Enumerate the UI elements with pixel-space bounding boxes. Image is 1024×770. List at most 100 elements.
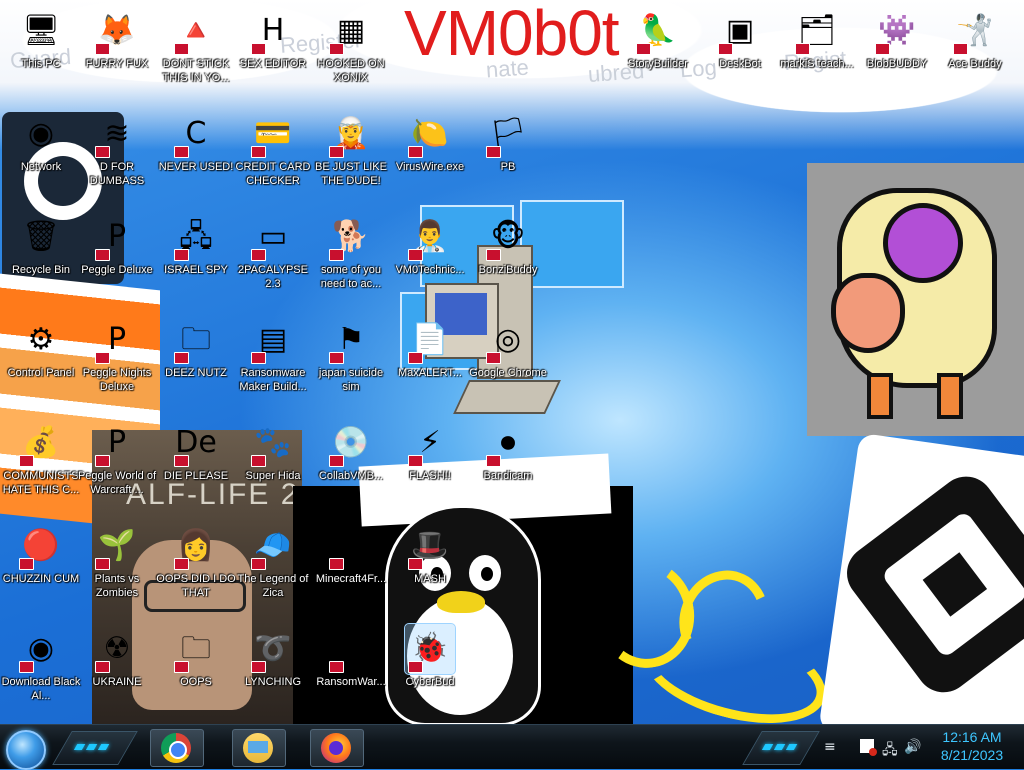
desktop-icon[interactable]: P Peggle Deluxe <box>76 212 158 312</box>
shortcut-badge-icon <box>251 146 266 158</box>
desktop-icon-label: The Legend of Zica <box>237 573 309 599</box>
desktop-icon[interactable]: 🗀 DEEZ NUTZ <box>155 315 237 415</box>
monitor-icon: 🖥 <box>21 13 61 48</box>
desktop-icon[interactable]: 💰 COMMUNISTS HATE THIS C... <box>0 418 82 518</box>
show-hidden-icons[interactable]: ≡ <box>824 739 836 755</box>
shortcut-badge-icon <box>795 43 810 55</box>
volume-icon[interactable]: 🔊 <box>904 739 921 755</box>
desktop-icon[interactable]: ▤ Ransomware Maker Build... <box>232 315 314 415</box>
firefox-icon: 🦊 <box>92 6 142 56</box>
desktop-icon[interactable]: ▭ 2PACALYPSE 2.3 <box>232 212 314 312</box>
desktop-icon[interactable]: 🐞 CyberBud <box>389 623 471 724</box>
desktop-icon[interactable]: ◉ Network <box>0 109 82 209</box>
firefox-icon <box>321 733 351 763</box>
desktop-icon[interactable]: 🍋 VirusWire.exe <box>389 109 471 209</box>
shortcut-badge-icon <box>329 249 344 261</box>
desktop-icon[interactable]: 🦜 StoryBuilder <box>617 6 699 106</box>
taskbar-clock[interactable]: 12:16 AM 8/21/2023 <box>926 728 1018 764</box>
desktop-icon[interactable]: 🐵 BonziBuddy <box>467 212 549 312</box>
shortcut-badge-icon <box>408 146 423 158</box>
shortcut-badge-icon <box>95 43 110 55</box>
desktop-icon-label: Recycle Bin <box>11 264 71 276</box>
desktop-icon[interactable]: 🔺 DONT STICK THIS IN YO... <box>155 6 237 106</box>
desktop-icon[interactable]: ▩ Minecraft4Fr... <box>310 521 392 621</box>
desktop-icon-label: SEX EDITOR <box>239 58 307 70</box>
desktop-icon[interactable]: P Peggle Nights Deluxe <box>76 315 158 415</box>
shortcut-badge-icon <box>329 455 344 467</box>
desktop-icon[interactable]: 🖧 ISRAEL SPY <box>155 212 237 312</box>
desktop-icon-label: BonziBuddy <box>478 264 538 276</box>
desktop-icon[interactable]: 🖥 This PC <box>0 6 82 106</box>
shortcut-badge-icon <box>174 661 189 673</box>
desktop-icon[interactable]: 🐕 some of you need to ac... <box>310 212 392 312</box>
app-window-icon: ▤ <box>248 315 298 365</box>
green-parrot-icon: 🦜 <box>633 6 683 56</box>
desktop-icon-label: CREDIT CARD CHECKER <box>235 161 311 187</box>
taskbar-decoration <box>742 731 820 765</box>
shortcut-badge-icon <box>251 558 266 570</box>
taskbar-chrome-button[interactable] <box>150 729 204 767</box>
action-center-icon[interactable] <box>860 739 877 756</box>
desktop-icon[interactable]: 👨‍⚕ VM0Technic... <box>389 212 471 312</box>
traffic-cone-icon: 🔺 <box>171 6 221 56</box>
desktop-icon[interactable]: 💿 CollabVMB... <box>310 418 392 518</box>
shortcut-badge-icon <box>408 455 423 467</box>
desktop-icon[interactable]: ▦ HOOKED ON XONIX <box>310 6 392 106</box>
desktop-icon[interactable]: ⚙ Control Panel <box>0 315 82 415</box>
desktop-icon[interactable]: 🐾 Super Hida <box>232 418 314 518</box>
desktop-icon[interactable]: 🗑 Recycle Bin <box>0 212 82 312</box>
desktop-icon[interactable]: 📄 MaxALERT... <box>389 315 471 415</box>
desktop-icon[interactable]: 🧢 The Legend of Zica <box>232 521 314 621</box>
desktop-icon[interactable]: 👾 BlobBUDDY <box>856 6 938 106</box>
desktop-icon-label: PB <box>500 161 516 173</box>
shortcut-badge-icon <box>95 455 110 467</box>
desktop-icon-label: VM0Technic... <box>395 264 465 276</box>
desktop-icon[interactable]: ☢ UKRAINE <box>76 624 158 724</box>
taskbar-explorer-button[interactable] <box>232 729 286 767</box>
desktop-icon[interactable]: 💳 CREDIT CARD CHECKER <box>232 109 314 209</box>
desktop-icon[interactable]: P Peggle World of Warcraft ... <box>76 418 158 518</box>
desktop-icon[interactable]: 🧝 BE JUST LIKE THE DUDE! <box>310 109 392 209</box>
desktop-icon-label: StoryBuilder <box>628 58 688 70</box>
desktop-icon[interactable]: 🔴 CHUZZIN CUM <box>0 521 82 621</box>
desktop-icon[interactable]: 🗀 OOPS <box>155 624 237 724</box>
desktop-icon[interactable]: ▣ DeskBot <box>699 6 781 106</box>
desktop-icon[interactable]: ⚡ FLASH!! <box>389 418 471 518</box>
record-icon: ⏺ <box>483 418 533 468</box>
desktop-icon[interactable]: 🎩 MASH <box>389 521 471 621</box>
desktop-icon[interactable]: ☠ RansomWar... <box>310 624 392 724</box>
desktop-icon[interactable]: 🗂 markiS teach... <box>776 6 858 106</box>
desktop-icon[interactable]: H SEX EDITOR <box>232 6 314 106</box>
taskbar-firefox-button[interactable] <box>310 729 364 767</box>
desktop-icon[interactable]: De DIE PLEASE <box>155 418 237 518</box>
desktop-icon[interactable]: ≋ D FOR DUMBASS <box>76 109 158 209</box>
desktop-icon-area: 🖥 This PC 🦊 FURRY FUX 🔺 DONT STICK THIS IN YO… <box>0 0 1024 724</box>
elf-icon: 🧝 <box>326 109 376 159</box>
network-pc-icon: 🖧 <box>171 212 221 262</box>
shortcut-badge-icon <box>174 43 189 55</box>
desktop-icon[interactable]: ➰ LYNCHING <box>232 624 314 724</box>
start-button[interactable] <box>6 730 46 770</box>
network-icon[interactable]: 🖧 <box>882 739 898 763</box>
desktop-icon[interactable]: ⚑ japan suicide sim <box>310 315 392 415</box>
network-orb-icon: ◉ <box>27 116 55 151</box>
desktop-icon[interactable]: 👩 OOPS DID I DO THAT <box>155 521 237 621</box>
desktop-icon[interactable]: 🏳 PB <box>467 109 549 209</box>
shortcut-badge-icon <box>95 352 110 364</box>
desktop-icon[interactable]: C NEVER USED! <box>155 109 237 209</box>
desktop-icon[interactable]: ⏺ Bandicam <box>467 418 549 518</box>
shortcut-badge-icon <box>329 558 344 570</box>
desktop-icon-label: some of you need to ac... <box>320 264 382 290</box>
hxd-icon: H <box>248 6 298 56</box>
desktop-icon-label: Peggle Deluxe <box>81 264 153 276</box>
desktop-icon[interactable]: 🌱 Plants vs Zombies <box>76 521 158 621</box>
desktop-icon[interactable]: 🦊 FURRY FUX <box>76 6 158 106</box>
desktop-icon[interactable]: ◉ Download Black Al... <box>0 624 82 724</box>
shortcut-badge-icon <box>486 146 501 158</box>
desktop-icon-label: HOOKED ON XONIX <box>317 58 385 84</box>
desktop-icon-label: Network <box>20 161 62 173</box>
desktop-icon[interactable]: ◎ Google Chrome <box>467 315 549 415</box>
desktop-icon[interactable]: 🤺 Ace Buddy <box>934 6 1016 106</box>
flash-icon: ⚡ <box>405 418 455 468</box>
shortcut-badge-icon <box>174 558 189 570</box>
